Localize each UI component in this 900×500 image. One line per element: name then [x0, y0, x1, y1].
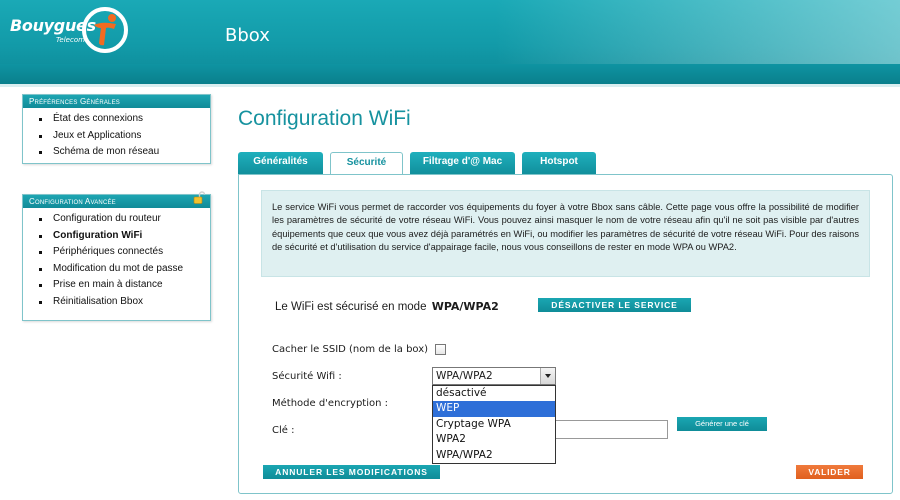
- sidebar-item-games-apps[interactable]: Jeux et Applications: [23, 128, 210, 145]
- hide-ssid-label: Cacher le SSID (nom de la box): [272, 344, 429, 355]
- sidebar-item-change-password[interactable]: Modification du mot de passe: [23, 261, 210, 278]
- hide-ssid-checkbox[interactable]: [435, 344, 446, 355]
- bouygues-logo-icon: [82, 7, 128, 53]
- wifi-status-text: Le WiFi est sécurisé en mode: [275, 301, 427, 313]
- sidebar-advanced-list: Configuration du routeur Configuration W…: [23, 208, 210, 315]
- wifi-status-line: Le WiFi est sécurisé en mode WPA/WPA2: [275, 300, 499, 313]
- sidebar-item-wifi-config[interactable]: Configuration WiFi: [23, 228, 210, 245]
- sidebar-item-connection-status[interactable]: État des connexions: [23, 111, 210, 128]
- dropdown-option-wpa2[interactable]: WPA2: [433, 432, 555, 447]
- sidebar-general-panel: Préférences Générales État des connexion…: [22, 94, 211, 164]
- dropdown-option-wpa-wpa2[interactable]: WPA/WPA2: [433, 448, 555, 463]
- sidebar-item-remote-access[interactable]: Prise en main à distance: [23, 277, 210, 294]
- dropdown-option-wpa[interactable]: Cryptage WPA: [433, 417, 555, 432]
- cancel-changes-button[interactable]: ANNULER LES MODIFICATIONS: [263, 465, 440, 479]
- tab-general[interactable]: Généralités: [238, 152, 323, 174]
- validate-button[interactable]: VALIDER: [796, 465, 863, 479]
- tab-mac-filtering[interactable]: Filtrage d'@ Mac: [410, 152, 515, 174]
- chevron-down-icon[interactable]: [540, 368, 555, 384]
- tab-content-panel: Le service WiFi vous permet de raccorder…: [238, 174, 893, 494]
- key-input[interactable]: [556, 420, 668, 439]
- wifi-security-value: WPA/WPA2: [436, 370, 493, 382]
- sidebar-advanced-title: Configuration Avancée: [29, 197, 116, 206]
- page-title: Configuration WiFi: [238, 107, 411, 130]
- sidebar-item-router-config[interactable]: Configuration du routeur: [23, 211, 210, 228]
- wifi-status-mode: WPA/WPA2: [431, 300, 499, 313]
- wifi-security-label: Sécurité Wifi :: [272, 371, 342, 382]
- sidebar-item-network-map[interactable]: Schéma de mon réseau: [23, 144, 210, 161]
- app-title: Bbox: [225, 25, 270, 46]
- sidebar-item-connected-devices[interactable]: Périphériques connectés: [23, 244, 210, 261]
- header-divider: [0, 84, 900, 87]
- header-strip: [0, 64, 900, 84]
- header-bar: Bouygues Telecom Bbox: [0, 0, 900, 84]
- lock-icon[interactable]: [193, 191, 205, 204]
- sidebar-item-reset-bbox[interactable]: Réinitialisation Bbox: [23, 294, 210, 311]
- dropdown-option-wep[interactable]: WEP: [433, 401, 555, 417]
- info-box: Le service WiFi vous permet de raccorder…: [261, 190, 870, 277]
- tab-hotspot[interactable]: Hotspot: [522, 152, 596, 174]
- wifi-security-dropdown: désactivé WEP Cryptage WPA WPA2 WPA/WPA2: [432, 385, 556, 464]
- encryption-method-label: Méthode d'encryption :: [272, 398, 389, 409]
- tab-security[interactable]: Sécurité: [330, 152, 403, 175]
- tab-bar: Généralités Sécurité Filtrage d'@ Mac Ho…: [238, 152, 658, 175]
- dropdown-option-disabled[interactable]: désactivé: [433, 386, 555, 401]
- sidebar-advanced-panel: Configuration Avancée Configuration du r…: [22, 191, 211, 321]
- wifi-security-select[interactable]: WPA/WPA2: [432, 367, 556, 385]
- sidebar-general-title: Préférences Générales: [23, 95, 210, 108]
- generate-key-button[interactable]: Générer une clé: [677, 417, 767, 431]
- key-label: Clé :: [272, 425, 295, 436]
- header-gradient: [0, 0, 900, 64]
- sidebar-advanced-header: Configuration Avancée: [23, 191, 210, 208]
- sidebar-general-list: État des connexions Jeux et Applications…: [23, 108, 210, 166]
- disable-service-button[interactable]: DÉSACTIVER LE SERVICE: [538, 298, 691, 312]
